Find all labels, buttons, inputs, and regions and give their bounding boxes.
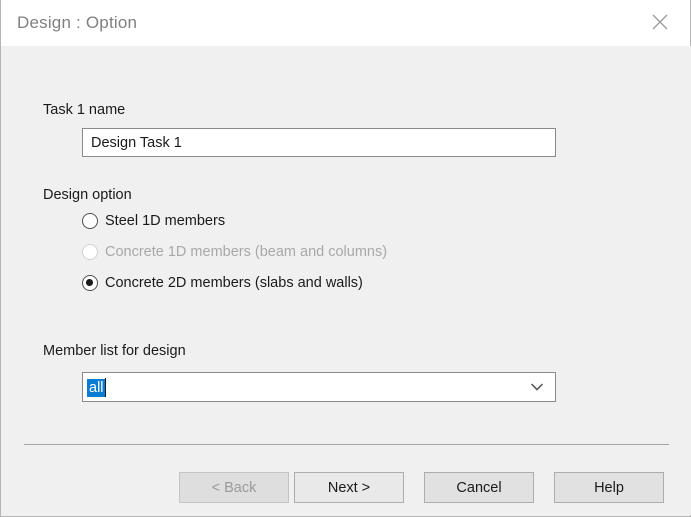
dialog-body: Task 1 name Design option Steel 1D membe… [2, 46, 691, 515]
radio-icon [82, 244, 98, 260]
help-button[interactable]: Help [554, 472, 664, 503]
design-option-label: Design option [43, 187, 132, 203]
member-list-value: all [87, 379, 105, 397]
next-button[interactable]: Next > [294, 472, 404, 503]
member-list-combobox[interactable]: all [82, 372, 556, 402]
radio-option-label: Concrete 2D members (slabs and walls) [105, 275, 363, 291]
radio-icon [82, 275, 98, 291]
member-list-label: Member list for design [43, 343, 186, 359]
radio-option-label: Steel 1D members [105, 213, 226, 229]
close-icon[interactable] [636, 0, 684, 44]
footer-separator [24, 444, 669, 445]
radio-option-label: Concrete 1D members (beam and columns) [105, 244, 388, 260]
task-name-label: Task 1 name [43, 102, 126, 118]
task-name-input[interactable] [82, 128, 556, 157]
radio-option-concrete-2d[interactable]: Concrete 2D members (slabs and walls) [82, 272, 363, 294]
back-button: < Back [179, 472, 289, 503]
radio-option-concrete-1d: Concrete 1D members (beam and columns) [82, 241, 387, 263]
radio-icon [82, 213, 98, 229]
radio-option-steel-1d[interactable]: Steel 1D members [82, 210, 225, 232]
text-caret [105, 378, 106, 397]
dialog-title: Design : Option [17, 13, 138, 32]
chevron-down-icon[interactable] [527, 373, 547, 401]
dialog-titlebar: Design : Option [1, 0, 690, 46]
cancel-button[interactable]: Cancel [424, 472, 534, 503]
design-option-dialog: Design : Option Task 1 name Design optio… [0, 0, 691, 517]
